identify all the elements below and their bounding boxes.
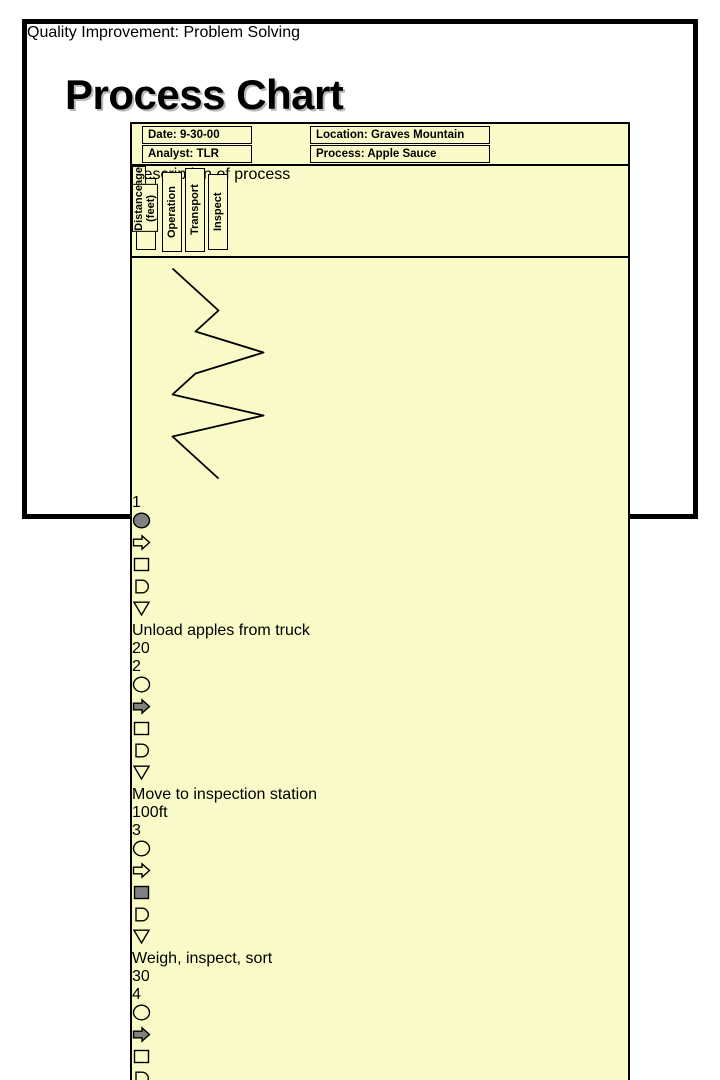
column-header-operation: Operation <box>162 172 182 252</box>
square-symbol[interactable] <box>132 720 628 742</box>
analyst-field[interactable]: Analyst: TLR <box>142 145 252 163</box>
chart-rows: 1 Unload apples from truck 20 2 Move to insp… <box>132 258 628 1080</box>
table-row[interactable]: 3 Weigh, inspect, sort 30 <box>132 822 628 986</box>
row-distance[interactable]: 100ft <box>132 804 628 822</box>
chart-meta-header: Date: 9-30-00 Analyst: TLR Location: Gra… <box>132 124 628 166</box>
desc-head-line-3: process <box>234 166 291 183</box>
square-symbol[interactable] <box>132 556 628 578</box>
row-description[interactable]: Unload apples from truck <box>132 622 322 640</box>
square-symbol[interactable] <box>132 884 628 906</box>
slide-frame: Process Chart Date: 9-30-00 Analyst: TLR… <box>22 19 698 1080</box>
d-shape-symbol[interactable] <box>132 578 628 600</box>
square-symbol[interactable] <box>132 1048 628 1070</box>
table-row[interactable]: 1 Unload apples from truck 20 <box>132 494 628 658</box>
column-header-description: Description of process <box>132 166 628 184</box>
table-row[interactable]: 4Move to storage50ft <box>132 986 628 1080</box>
triangle-symbol[interactable] <box>132 600 628 622</box>
row-description[interactable]: Weigh, inspect, sort <box>132 950 292 968</box>
row-step: 2 <box>132 658 141 675</box>
circle-symbol[interactable] <box>132 676 628 698</box>
arrow-symbol[interactable] <box>132 698 628 720</box>
row-step: 4 <box>132 986 141 1003</box>
row-step: 3 <box>132 822 141 839</box>
d-shape-symbol[interactable] <box>132 906 628 928</box>
arrow-symbol[interactable] <box>132 1026 628 1048</box>
chart-column-headers: Step Operation Transport Inspect Delay S… <box>132 166 628 258</box>
triangle-symbol[interactable] <box>132 764 628 786</box>
column-header-inspect: Inspect <box>208 174 228 250</box>
row-time[interactable]: 20 <box>132 640 628 658</box>
process-chart-table: Date: 9-30-00 Analyst: TLR Location: Gra… <box>130 122 630 1080</box>
d-shape-symbol[interactable] <box>132 1070 628 1080</box>
flow-connector-lines <box>171 267 265 480</box>
circle-symbol[interactable] <box>132 840 628 862</box>
arrow-symbol[interactable] <box>132 862 628 884</box>
row-step: 1 <box>132 494 141 511</box>
row-description[interactable]: Move to inspection station <box>132 786 332 804</box>
column-header-transport: Transport <box>185 168 205 252</box>
triangle-symbol[interactable] <box>132 928 628 950</box>
d-shape-symbol[interactable] <box>132 742 628 764</box>
circle-symbol[interactable] <box>132 1004 628 1026</box>
circle-symbol[interactable] <box>132 512 628 534</box>
row-time[interactable]: 30 <box>132 968 628 986</box>
table-row[interactable]: 2 Move to inspection station 100ft <box>132 658 628 822</box>
arrow-symbol[interactable] <box>132 534 628 556</box>
column-header-distance: Distance (feet) <box>132 184 158 232</box>
location-field[interactable]: Location: Graves Mountain <box>310 126 490 144</box>
slide-caption: Quality Improvement: Problem Solving <box>27 24 300 41</box>
page-title: Process Chart <box>65 71 344 118</box>
date-field[interactable]: Date: 9-30-00 <box>142 126 252 144</box>
process-field[interactable]: Process: Apple Sauce <box>310 145 490 163</box>
